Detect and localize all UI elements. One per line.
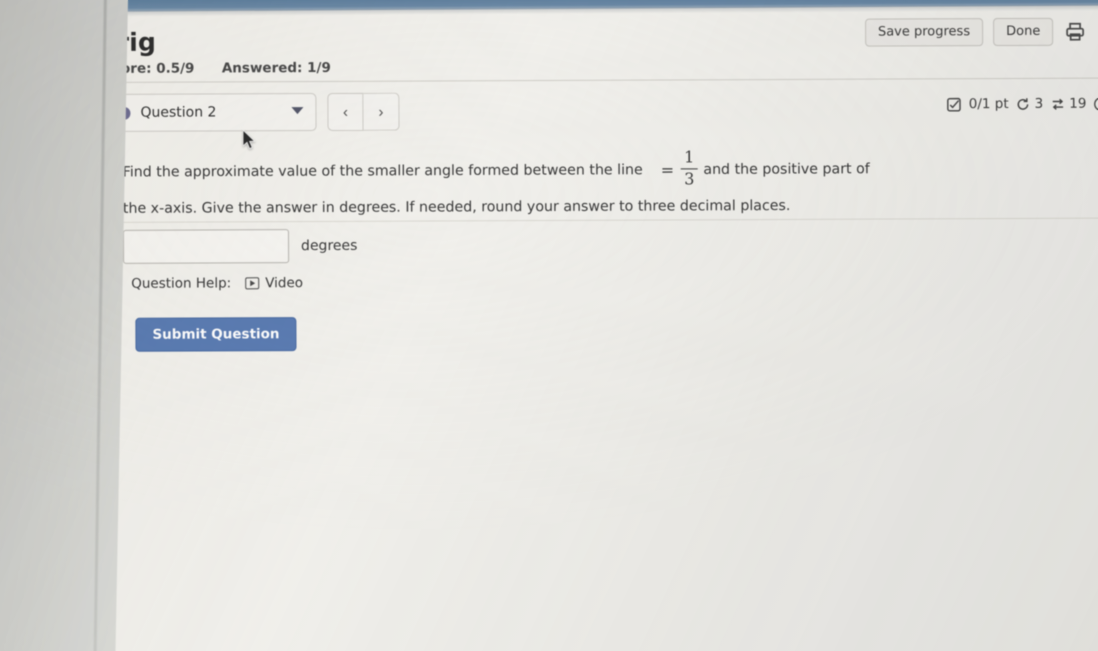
checkbox-icon (947, 97, 962, 112)
screen-bezel-left (0, 0, 128, 651)
shuffle-status: 19 (1050, 96, 1086, 112)
question-select[interactable]: Question 2 (104, 93, 317, 132)
question-help-row: Question Help: Video (131, 275, 303, 292)
fraction-denominator: 3 (684, 169, 695, 189)
header-actions: Save progress Done › (864, 17, 1098, 47)
answer-row: degrees (122, 229, 358, 264)
prev-question-button[interactable]: ‹ (327, 92, 364, 131)
question-prompt: Find the approximate value of the smalle… (122, 147, 923, 225)
done-button[interactable]: Done (993, 17, 1054, 47)
video-play-icon (245, 277, 260, 290)
answered-label: Answered: 1/9 (221, 59, 331, 77)
answer-input[interactable] (122, 229, 290, 264)
retry-status: 3 (1016, 95, 1044, 112)
fraction: 13 (681, 147, 698, 189)
printer-icon[interactable] (1063, 20, 1087, 44)
score-summary: Score: 0.5/9 Answered: 1/9 (103, 60, 331, 77)
header-divider (92, 77, 1098, 83)
question-help-label: Question Help: (131, 275, 232, 292)
fraction-numerator: 1 (684, 147, 695, 167)
caret-down-icon (291, 107, 304, 115)
info-circle-icon[interactable] (1093, 96, 1098, 111)
question-select-label: Question 2 (140, 104, 217, 121)
circular-arrow-icon (1016, 96, 1031, 111)
math-expression: = 1 3 (660, 147, 698, 189)
equals-sign: = (660, 160, 675, 180)
question-status-bar: 0/1 pt 3 19 (947, 96, 1098, 113)
video-label: Video (265, 275, 304, 292)
prompt-text-part1: Find the approximate value of the smalle… (122, 162, 643, 181)
assignment-page: Trig Score: 0.5/9 Answered: 1/9 Save pro… (92, 3, 1098, 651)
shuffle-arrows-icon (1050, 96, 1065, 111)
prompt-text-line2: the x-axis. Give the answer in degrees. … (122, 198, 791, 218)
next-question-button[interactable]: › (363, 92, 400, 131)
points-label: 0/1 pt (968, 96, 1009, 113)
save-progress-button[interactable]: Save progress (864, 18, 984, 47)
screen-photo: Trig Score: 0.5/9 Answered: 1/9 Save pro… (0, 0, 1098, 651)
submit-question-button[interactable]: Submit Question (135, 317, 297, 352)
prompt-text-part2: and the positive part of (703, 161, 870, 178)
answer-units-label: degrees (301, 237, 358, 255)
video-help-link[interactable]: Video (245, 275, 303, 291)
mouse-cursor (243, 130, 256, 150)
retry-count: 3 (1034, 95, 1044, 112)
shuffle-count: 19 (1069, 95, 1087, 112)
question-pager: ‹ › (327, 92, 400, 131)
